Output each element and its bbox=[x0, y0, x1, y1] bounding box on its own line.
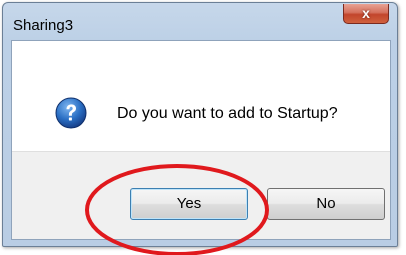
dialog-message: Do you want to add to Startup? bbox=[117, 105, 338, 122]
close-button[interactable]: x bbox=[343, 4, 389, 24]
yes-button[interactable]: Yes bbox=[130, 188, 248, 220]
question-icon bbox=[55, 97, 87, 129]
dialog-window: Sharing3 x Do you want to add to Startup… bbox=[2, 2, 398, 247]
window-title: Sharing3 bbox=[13, 17, 74, 34]
no-button[interactable]: No bbox=[267, 188, 385, 220]
dialog-body: Do you want to add to Startup? Yes No bbox=[11, 40, 391, 240]
button-bar: Yes No bbox=[12, 151, 390, 239]
title-bar[interactable]: Sharing3 x bbox=[3, 3, 397, 40]
close-icon: x bbox=[362, 5, 370, 21]
